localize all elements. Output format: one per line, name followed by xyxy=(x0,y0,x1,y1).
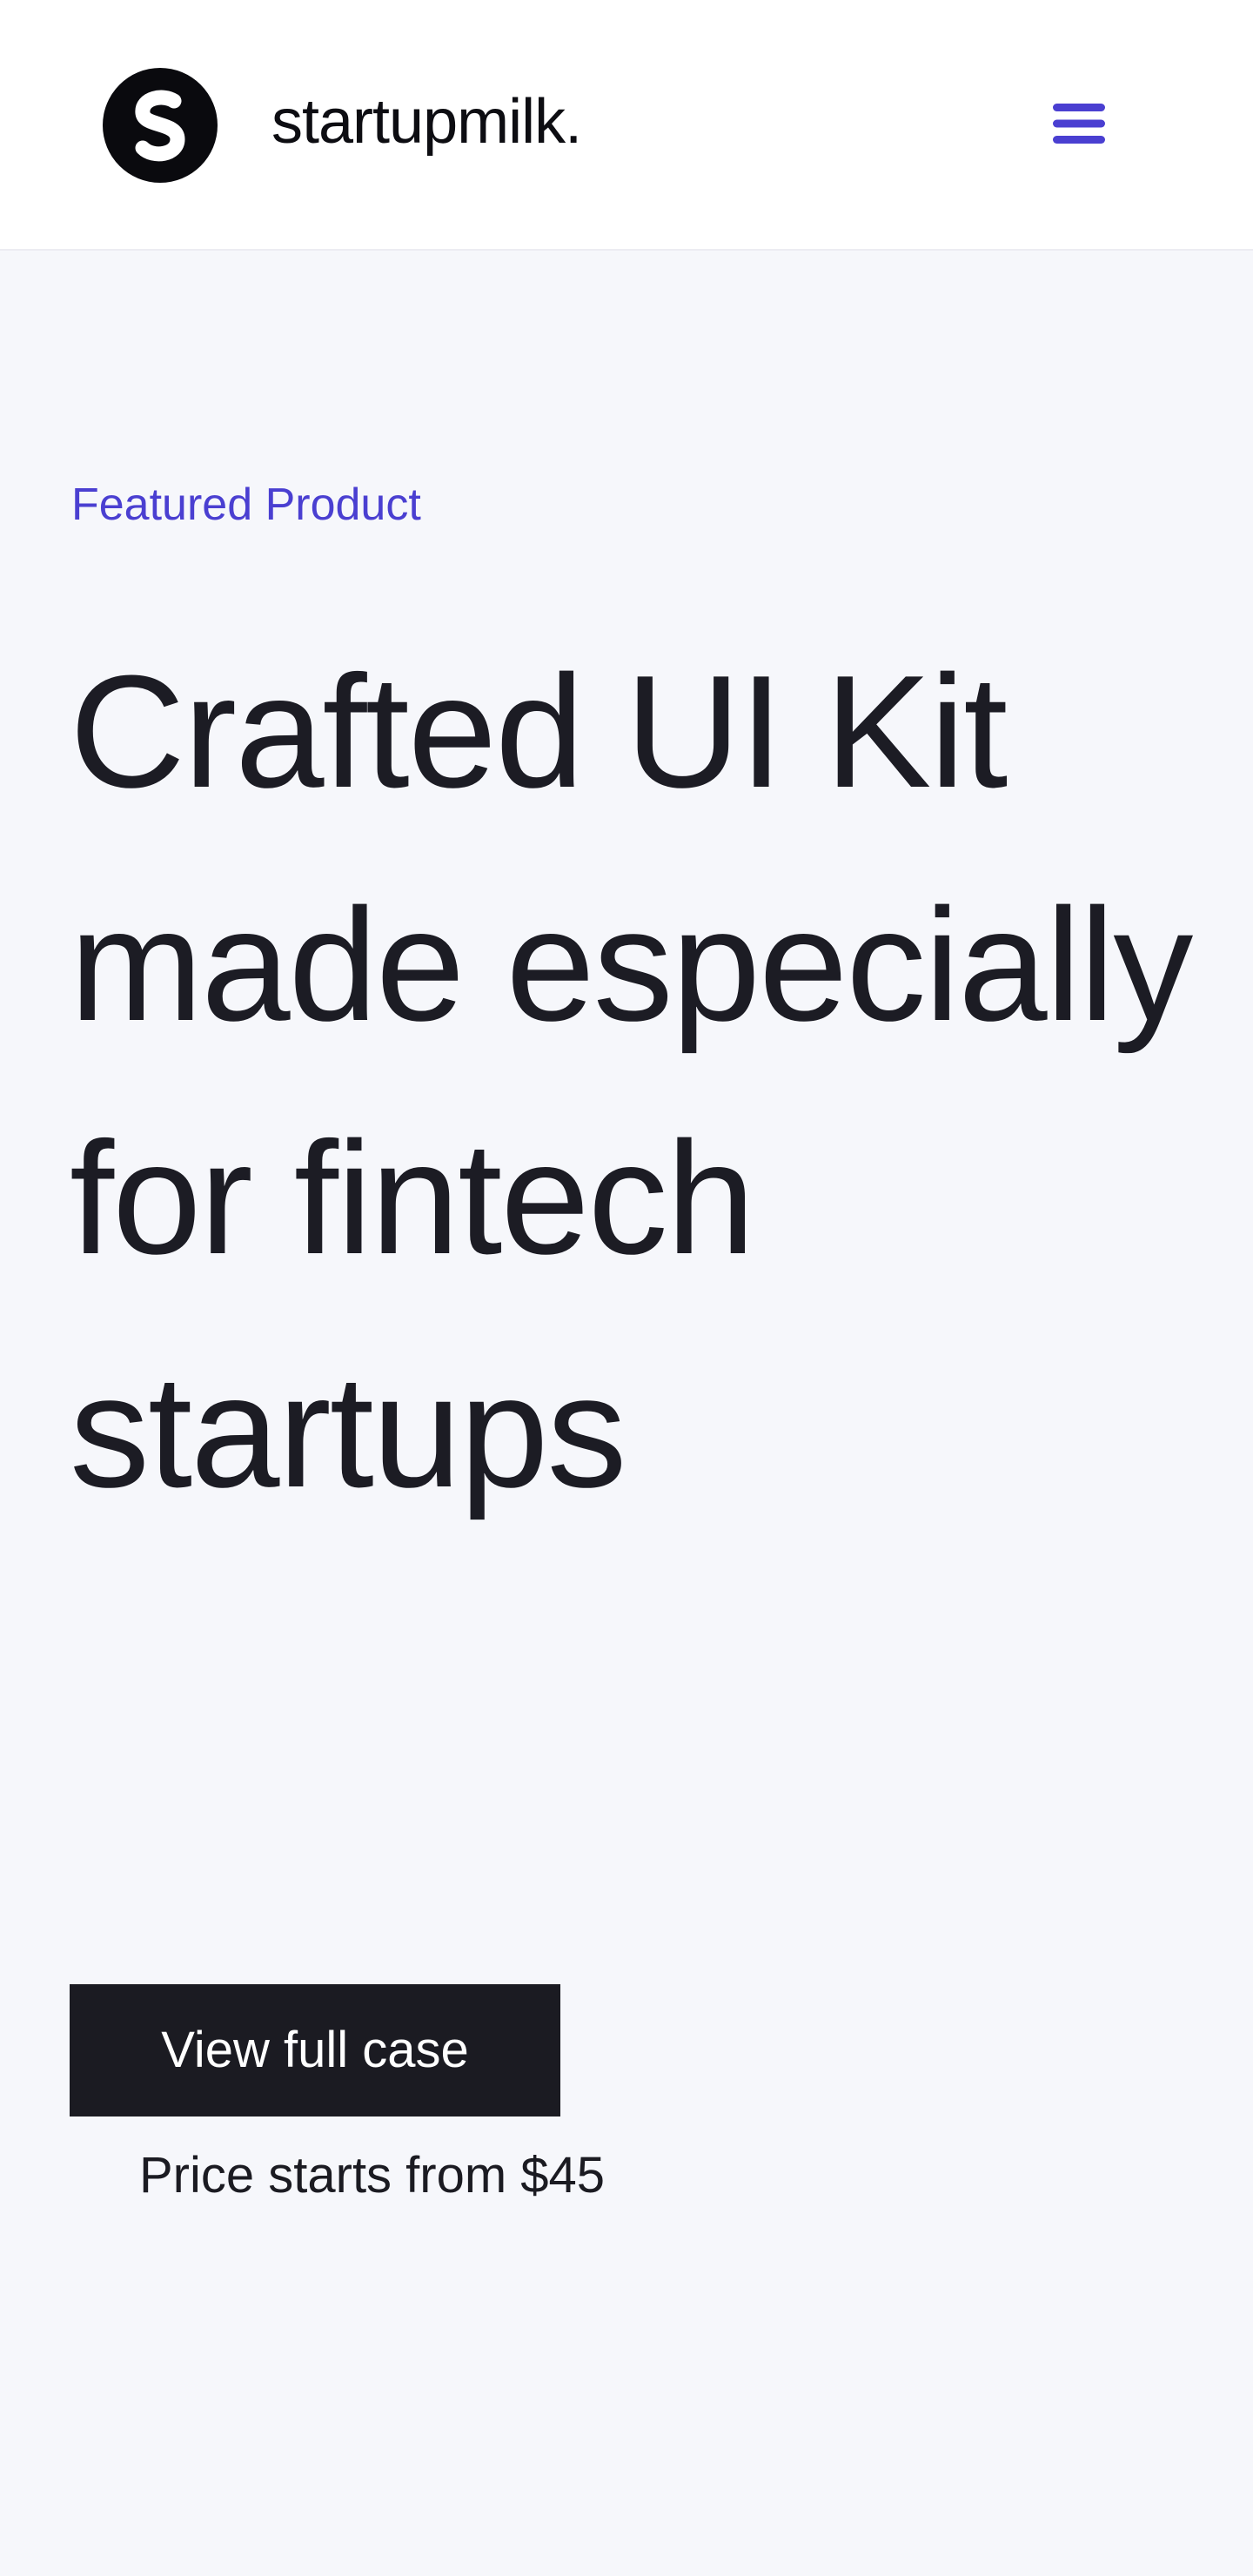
featured-product-label: Featured Product xyxy=(71,480,421,530)
hamburger-menu-icon xyxy=(1053,104,1105,144)
view-full-case-button[interactable]: View full case xyxy=(70,1984,560,2116)
site-header: startupmilk. xyxy=(0,0,1253,251)
startupmilk-logo-icon xyxy=(103,68,218,183)
menu-button[interactable] xyxy=(1049,94,1109,153)
hero-headline: Crafted UI Kit made especially for finte… xyxy=(70,641,1193,1520)
brand-name[interactable]: startupmilk. xyxy=(271,84,582,160)
price-note: Price starts from $45 xyxy=(139,2147,606,2204)
